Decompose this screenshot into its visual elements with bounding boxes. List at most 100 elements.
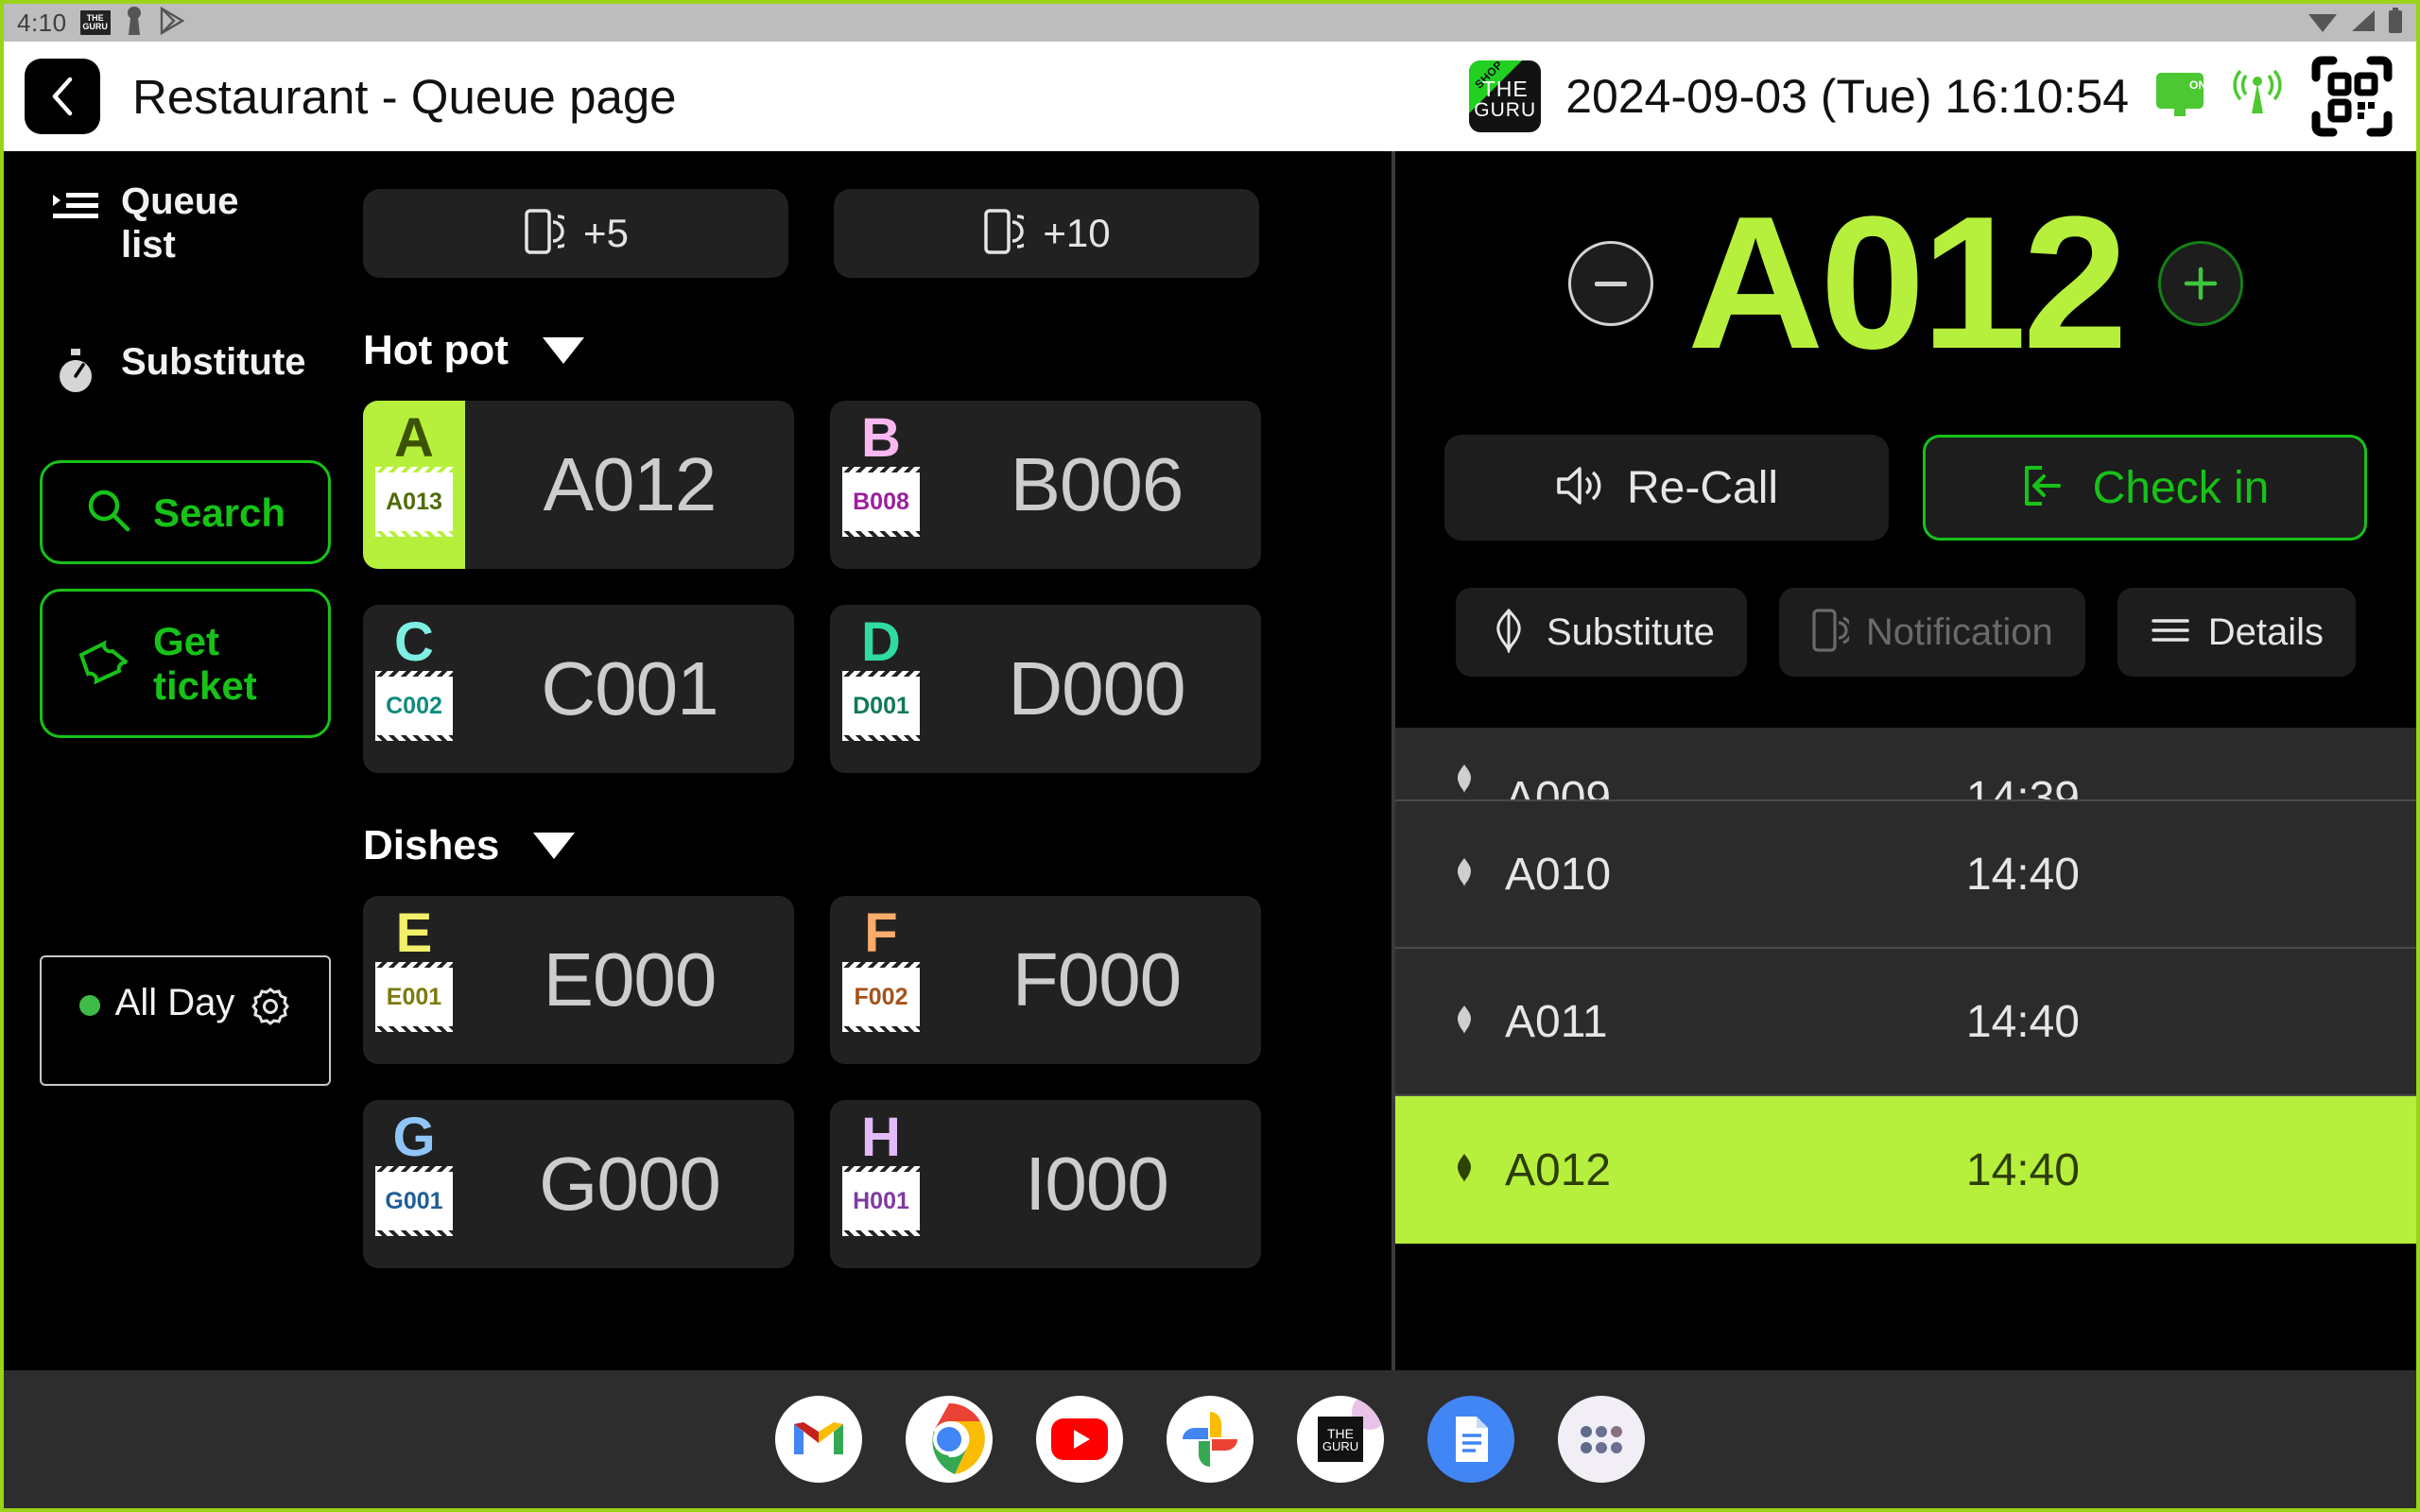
the-guru-logo: SHOP THE GURU bbox=[1469, 60, 1542, 132]
card-ticket-tag: E001 bbox=[375, 962, 453, 1032]
device-screen: 4:10 THE GURU Restaurant - Queue page SH… bbox=[0, 0, 2420, 1512]
monitor-on-icon[interactable]: ON bbox=[2153, 70, 2206, 124]
quick-add-10-button[interactable]: +10 bbox=[834, 189, 1259, 278]
ticket-diamond-icon bbox=[1448, 763, 1480, 799]
table-row[interactable]: A011 14:40 bbox=[1395, 949, 2416, 1096]
row-time: 14:39 bbox=[1965, 773, 2080, 801]
sidebar-item-label: Substitute bbox=[121, 341, 306, 383]
card-grid-hot-pot: A A013 A012 B B008 B006 C C002 C001 D D0… bbox=[342, 401, 1392, 773]
queue-list[interactable]: A009 14:39 A010 14:40 A011 14:40 A012 14… bbox=[1395, 728, 2416, 1370]
card-letter: B bbox=[861, 407, 901, 469]
header-datetime: 2024-09-03 (Tue) 16:10:54 bbox=[1565, 70, 2129, 123]
ticket-card[interactable]: G G001 G000 bbox=[363, 1100, 794, 1268]
table-row[interactable]: A010 14:40 bbox=[1395, 801, 2416, 949]
notification-button[interactable]: Notification bbox=[1778, 588, 2085, 677]
card-grid-dishes: E E001 E000 F F002 F000 G G001 G000 H H0… bbox=[342, 896, 1392, 1268]
the-guru-icon[interactable]: THE GURU bbox=[1297, 1396, 1384, 1483]
logo-line2: GURU bbox=[1474, 99, 1537, 121]
minus-circle-icon bbox=[1594, 281, 1627, 286]
queue-scrollbar[interactable] bbox=[2409, 728, 2414, 1370]
card-letter: A bbox=[394, 407, 434, 469]
sidebar-item-queue-list[interactable]: Queue list bbox=[4, 180, 342, 266]
wifi-icon bbox=[2307, 9, 2339, 38]
the-guru-app-icon: THE GURU bbox=[79, 10, 111, 35]
decrement-button[interactable] bbox=[1567, 241, 1653, 326]
sidebar-item-substitute[interactable]: Substitute bbox=[4, 340, 342, 400]
card-number: C001 bbox=[541, 646, 718, 730]
card-number: A012 bbox=[543, 442, 717, 526]
current-ticket-number: A012 bbox=[1686, 178, 2128, 388]
search-icon bbox=[85, 487, 132, 539]
section-header-dishes[interactable]: Dishes bbox=[342, 822, 1392, 869]
caret-down-icon bbox=[542, 337, 584, 364]
broadcast-tower-icon[interactable] bbox=[2231, 69, 2284, 124]
row-ticket: A009 bbox=[1505, 773, 1612, 801]
ticket-card[interactable]: H H001 I000 bbox=[830, 1100, 1261, 1268]
gear-icon[interactable] bbox=[250, 986, 291, 1032]
details-button[interactable]: Details bbox=[2117, 588, 2357, 677]
qr-code-icon[interactable] bbox=[2308, 53, 2395, 140]
all-day-filter[interactable]: All Day bbox=[40, 955, 331, 1086]
re-call-button[interactable]: Re-Call bbox=[1444, 435, 1889, 541]
section-title: Dishes bbox=[363, 822, 500, 868]
secondary-actions: Substitute Notification Details bbox=[1395, 588, 2416, 677]
status-bar-clock: 4:10 bbox=[17, 8, 67, 37]
current-number-row: A012 bbox=[1395, 189, 2416, 378]
card-ticket-tag: A013 bbox=[375, 467, 453, 537]
section-header-hot-pot[interactable]: Hot pot bbox=[342, 327, 1392, 374]
ticket-card[interactable]: B B008 B006 bbox=[830, 401, 1261, 569]
quick-add-5-button[interactable]: +5 bbox=[363, 189, 788, 278]
card-number: D000 bbox=[1008, 646, 1185, 730]
board-scrollbar[interactable] bbox=[1378, 151, 1386, 1370]
card-letter: D bbox=[861, 611, 901, 673]
ticket-diamond-icon bbox=[1448, 1004, 1480, 1040]
section-title: Hot pot bbox=[363, 327, 509, 373]
search-button[interactable]: Search bbox=[40, 460, 331, 564]
ticket-card[interactable]: F F002 F000 bbox=[830, 896, 1261, 1064]
row-ticket: A011 bbox=[1505, 996, 1608, 1047]
row-time: 14:40 bbox=[1965, 849, 2080, 900]
card-number: G000 bbox=[539, 1142, 721, 1226]
card-lane: H H001 bbox=[830, 1100, 932, 1268]
ticket-card[interactable]: C C002 C001 bbox=[363, 605, 794, 773]
notification-label: Notification bbox=[1865, 610, 2053, 653]
ticket-diamond-icon bbox=[1448, 856, 1480, 893]
google-photos-icon[interactable] bbox=[1167, 1396, 1253, 1483]
re-call-label: Re-Call bbox=[1626, 462, 1779, 513]
get-ticket-button-label: Get ticket bbox=[153, 619, 257, 708]
gmail-icon[interactable] bbox=[775, 1396, 862, 1483]
substitute-button[interactable]: Substitute bbox=[1455, 588, 1747, 677]
row-time: 14:40 bbox=[1965, 996, 2080, 1047]
ticket-card[interactable]: D D001 D000 bbox=[830, 605, 1261, 773]
card-ticket-tag: B008 bbox=[842, 467, 920, 537]
caret-down-icon bbox=[533, 833, 576, 859]
check-in-button[interactable]: Check in bbox=[1923, 435, 2367, 541]
back-button[interactable] bbox=[25, 59, 100, 134]
card-ticket-tag: C002 bbox=[375, 671, 453, 741]
app-drawer-icon[interactable] bbox=[1558, 1396, 1645, 1483]
row-time: 14:40 bbox=[1965, 1144, 2080, 1195]
ticket-card[interactable]: E E001 E000 bbox=[363, 896, 794, 1064]
sidebar-item-label: Queue list bbox=[121, 180, 239, 266]
card-lane: B B008 bbox=[830, 401, 932, 569]
search-button-label: Search bbox=[152, 490, 286, 535]
card-lane: A A013 bbox=[363, 401, 465, 569]
status-bar-left: 4:10 THE GURU bbox=[17, 6, 186, 40]
mobile-notify-icon bbox=[523, 207, 575, 261]
table-row[interactable]: A009 14:39 bbox=[1395, 728, 2416, 801]
card-number: B006 bbox=[1010, 442, 1184, 526]
increment-button[interactable] bbox=[2158, 241, 2244, 326]
table-row-selected[interactable]: A012 14:40 bbox=[1395, 1096, 2416, 1244]
hamburger-icon bbox=[2150, 614, 2191, 651]
get-ticket-button[interactable]: Get ticket bbox=[40, 589, 331, 738]
chrome-icon[interactable] bbox=[906, 1396, 993, 1483]
header-right-group: SHOP THE GURU 2024-09-03 (Tue) 16:10:54 … bbox=[1469, 53, 2395, 140]
youtube-icon[interactable] bbox=[1036, 1396, 1123, 1483]
google-docs-icon[interactable] bbox=[1427, 1396, 1514, 1483]
ticket-board: +5 +10 Hot pot A A013 A012 B B008 B006 C… bbox=[342, 151, 1392, 1370]
ticket-card[interactable]: A A013 A012 bbox=[363, 401, 794, 569]
android-status-bar: 4:10 THE GURU bbox=[4, 4, 2416, 42]
swap-icon bbox=[1488, 608, 1530, 658]
key-icon bbox=[124, 6, 145, 40]
card-letter: E bbox=[395, 902, 433, 964]
